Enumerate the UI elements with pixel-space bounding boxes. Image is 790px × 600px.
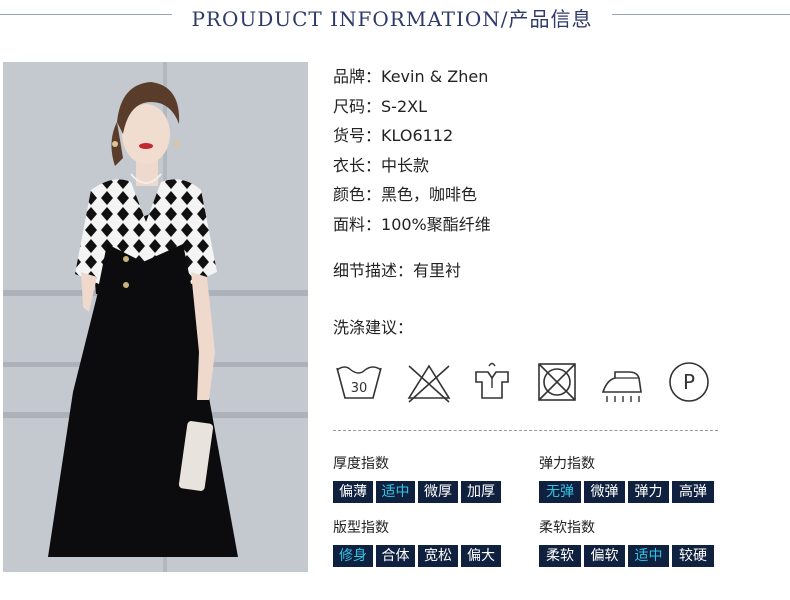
fit-option: 合体	[376, 545, 415, 567]
index-options: 偏薄 适中 微厚 加厚	[333, 481, 504, 503]
spec-size: 尺码：S-2XL	[333, 92, 763, 122]
wash-temperature: 30	[351, 381, 368, 396]
spec-key: 颜色：	[333, 185, 382, 204]
no-bleach-icon	[403, 358, 455, 406]
spec-value: 中长款	[381, 155, 430, 175]
elasticity-option: 弹力	[628, 481, 669, 503]
fit-option: 宽松	[418, 545, 458, 567]
section-divider	[333, 430, 718, 431]
spec-key: 面料：	[333, 214, 382, 234]
spec-list: 品牌：Kevin & Zhen 尺码：S-2XL 货号：KLO6112 衣长：中…	[333, 62, 763, 239]
fit-option-selected: 修身	[333, 545, 373, 567]
softness-option-selected: 适中	[628, 545, 669, 567]
elasticity-option-selected: 无弹	[539, 481, 581, 503]
professional-dry-clean-icon: P	[663, 358, 715, 406]
spec-value: 100%聚酯纤维	[381, 214, 491, 234]
wash-advice-title: 洗涤建议：	[333, 318, 414, 337]
detail-key: 细节描述：	[333, 261, 414, 280]
spec-fabric: 面料：100%聚酯纤维	[333, 210, 763, 240]
header-divider-left	[0, 14, 172, 15]
page-header: PROUDUCT INFORMATION/产品信息	[0, 0, 790, 34]
thickness-option: 加厚	[461, 481, 501, 503]
thickness-option: 微厚	[418, 481, 458, 503]
spec-color: 颜色：黑色，咖啡色	[333, 180, 763, 210]
index-options: 无弹 微弹 弹力 高弹	[539, 481, 717, 503]
elasticity-option: 高弹	[672, 481, 714, 503]
spec-key: 尺码：	[333, 96, 382, 116]
fit-option: 偏大	[461, 545, 501, 567]
softness-index: 柔软指数 柔软 偏软 适中 较硬	[539, 518, 717, 567]
index-label: 柔软指数	[539, 520, 595, 536]
softness-option: 柔软	[539, 545, 581, 567]
dry-clean-letter: P	[683, 370, 695, 394]
thickness-index: 厚度指数 偏薄 适中 微厚 加厚	[333, 454, 504, 503]
index-options: 修身 合体 宽松 偏大	[333, 545, 504, 567]
index-label: 版型指数	[333, 520, 389, 536]
fit-index: 版型指数 修身 合体 宽松 偏大	[333, 518, 504, 567]
index-label: 厚度指数	[333, 456, 389, 472]
spec-item-number: 货号：KLO6112	[333, 121, 763, 151]
wash-30-icon: 30	[333, 358, 385, 406]
softness-option: 偏软	[584, 545, 625, 567]
spec-value: S-2XL	[381, 96, 427, 116]
softness-option: 较硬	[672, 545, 714, 567]
thickness-option: 偏薄	[333, 481, 373, 503]
no-tumble-dry-icon	[531, 358, 583, 406]
detail-value: 有里衬	[413, 261, 462, 280]
elasticity-option: 微弹	[584, 481, 625, 503]
care-icons: 30 P	[333, 358, 723, 408]
index-options: 柔软 偏软 适中 较硬	[539, 545, 717, 567]
header-divider-right	[612, 14, 790, 15]
spec-value: KLO6112	[381, 126, 454, 145]
elasticity-index: 弹力指数 无弹 微弹 弹力 高弹	[539, 454, 717, 503]
spec-key: 货号：	[333, 126, 382, 145]
page-title: PROUDUCT INFORMATION/产品信息	[191, 7, 593, 31]
index-label: 弹力指数	[539, 456, 595, 472]
hang-dry-icon	[466, 358, 518, 406]
spec-length: 衣长：中长款	[333, 151, 763, 181]
model-dress-illustration	[3, 62, 308, 572]
product-photo	[3, 62, 308, 572]
spec-key: 品牌：	[333, 67, 382, 86]
detail-description: 细节描述：有里衬	[333, 258, 461, 284]
iron-icon	[597, 358, 649, 406]
thickness-option-selected: 适中	[376, 481, 415, 503]
spec-value: Kevin & Zhen	[381, 67, 489, 86]
spec-value: 黑色，咖啡色	[381, 185, 478, 204]
spec-brand: 品牌：Kevin & Zhen	[333, 62, 763, 92]
spec-key: 衣长：	[333, 155, 382, 175]
